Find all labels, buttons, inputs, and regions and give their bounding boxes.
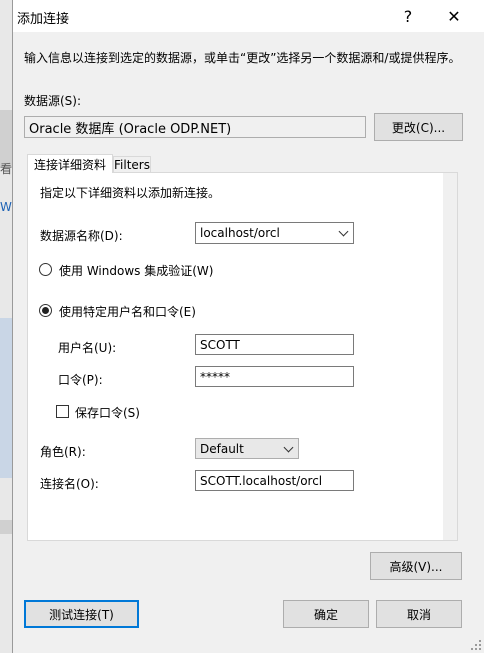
password-input[interactable]: ***** bbox=[195, 366, 354, 387]
role-value: Default bbox=[200, 441, 244, 456]
help-button[interactable]: ? bbox=[385, 0, 431, 32]
help-icon: ? bbox=[403, 6, 413, 26]
title-bar: 添加连接 ? ✕ bbox=[13, 0, 484, 32]
tab-connection-details[interactable]: 连接详细资料 bbox=[27, 154, 113, 173]
add-connection-dialog: 添加连接 ? ✕ 输入信息以连接到选定的数据源，或单击“更改”选择另一个数据源和… bbox=[12, 0, 484, 653]
connection-details-panel: 指定以下详细资料以添加新连接。 数据源名称(D): localhost/orcl… bbox=[27, 172, 458, 541]
cancel-button[interactable]: 取消 bbox=[376, 600, 462, 628]
background-window-strip: 看 W bbox=[0, 0, 12, 653]
test-connection-button[interactable]: 测试连接(T) bbox=[24, 600, 139, 628]
conn-name-label: 连接名(O): bbox=[40, 477, 99, 491]
tab-filters[interactable]: Filters bbox=[113, 156, 151, 173]
save-password-label[interactable]: 保存口令(S) bbox=[75, 404, 140, 421]
advanced-button[interactable]: 高级(V)... bbox=[370, 552, 462, 580]
username-input[interactable]: SCOTT bbox=[195, 334, 354, 355]
background-bar bbox=[0, 520, 12, 534]
data-source-field: Oracle 数据库 (Oracle ODP.NET) bbox=[24, 116, 366, 138]
username-label: 用户名(U): bbox=[58, 341, 117, 355]
chevron-down-icon bbox=[338, 226, 349, 237]
role-label: 角色(R): bbox=[40, 445, 86, 459]
background-glyph-a: 看 bbox=[0, 162, 13, 176]
close-icon: ✕ bbox=[447, 6, 461, 26]
panel-scroll-track bbox=[443, 173, 457, 540]
specific-user-label[interactable]: 使用特定用户名和口令(E) bbox=[59, 303, 196, 320]
save-password-checkbox[interactable] bbox=[56, 405, 69, 418]
change-button[interactable]: 更改(C)... bbox=[374, 113, 463, 141]
ds-name-combobox[interactable]: localhost/orcl bbox=[195, 222, 354, 244]
ok-button[interactable]: 确定 bbox=[283, 600, 369, 628]
intro-text: 输入信息以连接到选定的数据源，或单击“更改”选择另一个数据源和/或提供程序。 bbox=[24, 51, 461, 65]
windows-auth-radio[interactable] bbox=[39, 263, 52, 276]
background-glyph-b: W bbox=[0, 200, 12, 214]
resize-grip[interactable] bbox=[471, 640, 481, 650]
panel-content: 指定以下详细资料以添加新连接。 数据源名称(D): localhost/orcl… bbox=[28, 173, 457, 540]
specific-user-radio[interactable] bbox=[39, 304, 52, 317]
data-source-label: 数据源(S): bbox=[24, 94, 82, 108]
conn-name-input[interactable]: SCOTT.localhost/orcl bbox=[195, 470, 354, 491]
password-label: 口令(P): bbox=[58, 373, 103, 387]
windows-auth-label[interactable]: 使用 Windows 集成验证(W) bbox=[59, 262, 213, 279]
role-select[interactable]: Default bbox=[195, 438, 299, 459]
dialog-title: 添加连接 bbox=[17, 12, 70, 27]
chevron-down-icon bbox=[283, 442, 294, 452]
ds-name-label: 数据源名称(D): bbox=[40, 229, 123, 243]
close-button[interactable]: ✕ bbox=[431, 0, 477, 32]
instruction-text: 指定以下详细资料以添加新连接。 bbox=[40, 186, 221, 200]
background-blue-block bbox=[0, 318, 12, 478]
ds-name-value: localhost/orcl bbox=[200, 226, 280, 240]
